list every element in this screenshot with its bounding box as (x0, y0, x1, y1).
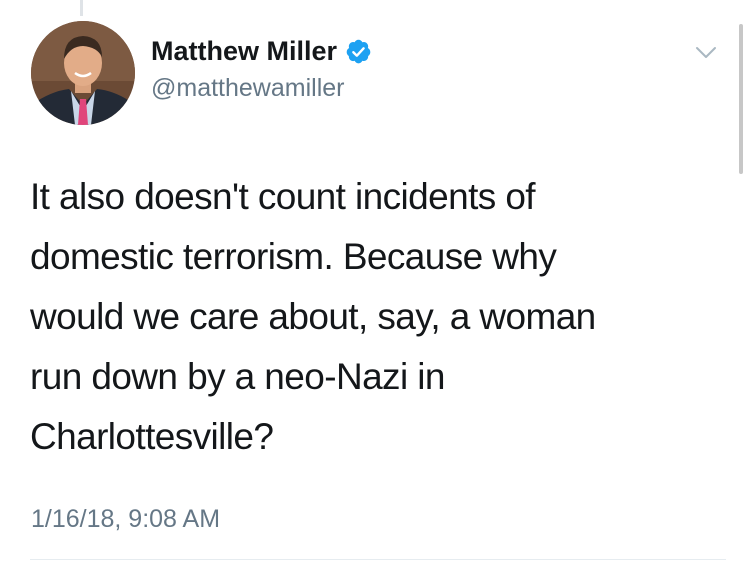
divider (30, 559, 726, 560)
chevron-down-icon[interactable] (688, 38, 724, 68)
display-name[interactable]: Matthew Miller (151, 34, 337, 68)
avatar-photo (31, 21, 135, 125)
author-handle[interactable]: @matthewamiller (151, 72, 344, 104)
verified-badge-icon (345, 38, 372, 65)
avatar[interactable] (31, 21, 135, 125)
thread-connector-line (80, 0, 83, 16)
tweet-timestamp[interactable]: 1/16/18, 9:08 AM (31, 502, 220, 536)
scrollbar[interactable] (739, 24, 743, 174)
tweet-text: It also doesn't count incidents of domes… (30, 176, 596, 457)
author-name-row[interactable]: Matthew Miller (151, 34, 372, 68)
